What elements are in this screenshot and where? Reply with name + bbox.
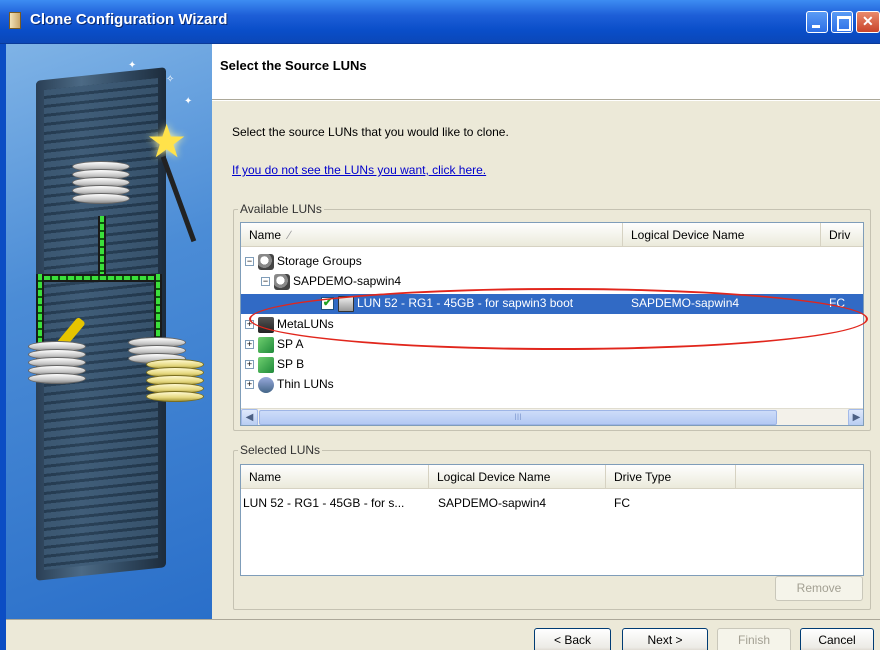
available-luns-legend: Available LUNs	[238, 202, 324, 216]
collapse-icon[interactable]: −	[245, 257, 254, 267]
storage-processor-icon	[258, 336, 274, 353]
tree-node-thin-luns[interactable]: + Thin LUNs	[245, 375, 334, 394]
tree-node-spa[interactable]: + SP A	[245, 335, 303, 354]
magic-wand-icon	[160, 155, 197, 243]
lun-device-name: SAPDEMO-sapwin4	[631, 296, 740, 310]
column-logical-device-name[interactable]: Logical Device Name	[429, 465, 606, 489]
finish-button[interactable]: Finish	[717, 628, 791, 650]
lun-icon	[338, 295, 354, 312]
storage-groups-icon	[258, 253, 274, 270]
gold-disk-stack-icon	[146, 359, 204, 402]
scroll-thumb[interactable]: III	[259, 410, 777, 425]
tree-node-storage-group[interactable]: − SAPDEMO-sapwin4	[261, 272, 401, 291]
column-logical-device-name[interactable]: Logical Device Name	[623, 223, 821, 247]
column-header: Name Logical Device Name Drive Type	[241, 465, 863, 489]
tree-node-spb[interactable]: + SP B	[245, 355, 304, 374]
column-drive-type[interactable]: Driv	[821, 223, 863, 247]
selected-lun-name: LUN 52 - RG1 - 45GB - for s...	[243, 496, 405, 510]
wizard-illustration: ★ ✦ ✦ ✧	[6, 44, 212, 619]
expand-icon[interactable]: +	[245, 320, 254, 330]
remove-button[interactable]: Remove	[775, 576, 863, 601]
sparkle-icon: ✦	[128, 60, 137, 71]
page-title: Select the Source LUNs	[220, 58, 367, 73]
column-name[interactable]: Name	[241, 465, 429, 489]
scroll-right-button[interactable]: ▶	[848, 409, 863, 425]
title-bar: Clone Configuration Wizard	[0, 0, 880, 44]
metaluns-icon	[258, 316, 274, 333]
column-header: Name ∕ Logical Device Name Driv	[241, 223, 863, 247]
sort-arrow-icon: ∕	[288, 228, 291, 242]
expand-icon[interactable]: +	[245, 340, 254, 350]
cancel-button[interactable]: Cancel	[800, 628, 874, 650]
lun-drive-type: FC	[829, 296, 845, 310]
window-title: Clone Configuration Wizard	[30, 11, 228, 28]
disk-stack-icon	[28, 341, 86, 384]
tree-node-storage-groups[interactable]: − Storage Groups	[245, 252, 362, 271]
back-button[interactable]: < Back	[534, 628, 611, 650]
storage-group-icon	[274, 273, 290, 290]
selected-lun-device: SAPDEMO-sapwin4	[438, 496, 547, 510]
storage-processor-icon	[258, 356, 274, 373]
sparkle-icon: ✧	[166, 74, 175, 85]
help-link[interactable]: If you do not see the LUNs you want, cli…	[232, 163, 486, 177]
column-drive-type[interactable]: Drive Type	[606, 465, 736, 489]
tree-node-lun-selected[interactable]: ✔ LUN 52 - RG1 - 45GB - for sapwin3 boot …	[241, 294, 863, 314]
lun-checkbox[interactable]: ✔	[321, 297, 334, 311]
sparkle-icon: ✦	[184, 96, 193, 107]
collapse-icon[interactable]: −	[261, 277, 270, 287]
horizontal-scrollbar[interactable]: ◀ III ▶	[241, 408, 863, 425]
column-name[interactable]: Name ∕	[241, 223, 623, 247]
available-luns-tree[interactable]: Name ∕ Logical Device Name Driv − Storage…	[240, 222, 864, 426]
selected-luns-list[interactable]: Name Logical Device Name Drive Type LUN …	[240, 464, 864, 576]
table-row[interactable]: LUN 52 - RG1 - 45GB - for s... SAPDEMO-s…	[243, 494, 863, 513]
selected-lun-drive: FC	[614, 496, 630, 510]
thin-luns-icon	[258, 376, 274, 393]
expand-icon[interactable]: +	[245, 380, 254, 390]
disk-stack-icon	[72, 161, 130, 204]
tree-node-metaluns[interactable]: + MetaLUNs	[245, 315, 334, 334]
minimize-button[interactable]	[806, 11, 828, 33]
next-button[interactable]: Next >	[622, 628, 708, 650]
scroll-left-button[interactable]: ◀	[241, 409, 258, 425]
expand-icon[interactable]: +	[245, 360, 254, 370]
instruction-text: Select the source LUNs that you would li…	[232, 125, 509, 139]
close-button[interactable]	[856, 11, 880, 33]
maximize-button[interactable]	[831, 11, 853, 33]
selected-luns-legend: Selected LUNs	[238, 443, 323, 457]
app-icon	[9, 12, 21, 29]
